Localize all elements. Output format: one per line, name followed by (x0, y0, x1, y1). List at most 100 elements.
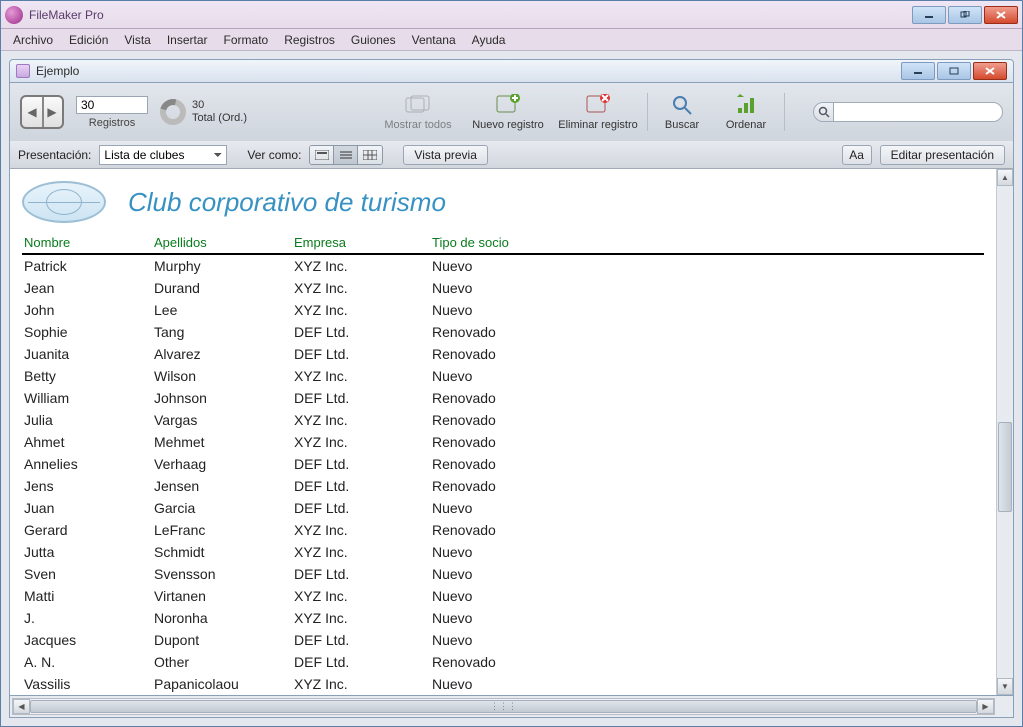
cell: DEF Ltd. (292, 454, 430, 474)
table-row[interactable]: JohnLeeXYZ Inc.Nuevo (22, 299, 984, 321)
table-row[interactable]: MattiVirtanenXYZ Inc.Nuevo (22, 585, 984, 607)
horizontal-scrollbar[interactable]: ◀ ⋮⋮⋮ ▶ (12, 698, 995, 715)
find-icon (668, 93, 696, 117)
menu-archivo[interactable]: Archivo (5, 31, 61, 49)
table-row[interactable]: PatrickMurphyXYZ Inc.Nuevo (22, 255, 984, 277)
cell: DEF Ltd. (292, 476, 430, 496)
cell: Renovado (430, 388, 984, 408)
new-record-button[interactable]: Nuevo registro (465, 91, 551, 133)
quick-search-input[interactable] (833, 102, 1003, 122)
record-number-input[interactable] (76, 96, 148, 114)
cell: J. (22, 608, 152, 628)
prev-record-button[interactable]: ◀ (22, 97, 42, 127)
preview-button[interactable]: Vista previa (403, 145, 487, 165)
hscroll-thumb[interactable]: ⋮⋮⋮ (30, 700, 977, 713)
cell: XYZ Inc. (292, 674, 430, 694)
application-window: FileMaker Pro ArchivoEdiciónVistaInserta… (0, 0, 1023, 727)
menu-formato[interactable]: Formato (216, 31, 277, 49)
app-title: FileMaker Pro (29, 8, 912, 22)
maximize-button[interactable] (948, 6, 982, 24)
table-row[interactable]: SvenSvenssonDEF Ltd.Nuevo (22, 563, 984, 585)
col-empresa: Empresa (292, 233, 430, 252)
ver-como-label: Ver como: (247, 148, 301, 162)
view-table-button[interactable] (358, 146, 382, 164)
table-row[interactable]: VassilisPapanicolaouXYZ Inc.Nuevo (22, 673, 984, 695)
doc-minimize-button[interactable] (901, 62, 935, 80)
menu-ventana[interactable]: Ventana (404, 31, 464, 49)
cell: Juan (22, 498, 152, 518)
table-row[interactable]: AhmetMehmetXYZ Inc.Renovado (22, 431, 984, 453)
pie-status-icon[interactable] (160, 99, 186, 125)
scroll-up-button[interactable]: ▲ (997, 169, 1013, 186)
cell: Jens (22, 476, 152, 496)
mdi-area: Ejemplo ◀ ▶ Registros 30 Total (Ord.) (1, 51, 1022, 726)
cell: Jutta (22, 542, 152, 562)
table-row[interactable]: JuanGarciaDEF Ltd.Nuevo (22, 497, 984, 519)
formatting-bar-toggle[interactable]: Aa (842, 145, 872, 165)
scroll-down-button[interactable]: ▼ (997, 678, 1013, 695)
find-button[interactable]: Buscar (654, 91, 710, 133)
doc-titlebar: Ejemplo (9, 59, 1014, 83)
scroll-left-button[interactable]: ◀ (13, 699, 30, 714)
cell: Nuevo (430, 608, 984, 628)
view-list-button[interactable] (334, 146, 358, 164)
content-area: Club corporativo de turismo Nombre Apell… (9, 169, 1014, 696)
table-row[interactable]: JuliaVargasXYZ Inc.Renovado (22, 409, 984, 431)
layout-select[interactable]: Lista de clubes (99, 145, 227, 165)
cell: Nuevo (430, 586, 984, 606)
sort-button[interactable]: Ordenar (714, 91, 778, 133)
cell: Renovado (430, 520, 984, 540)
menu-guiones[interactable]: Guiones (343, 31, 404, 49)
scroll-right-button[interactable]: ▶ (977, 699, 994, 714)
presentacion-label: Presentación: (18, 148, 91, 162)
cell: A. N. (22, 652, 152, 672)
show-all-button[interactable]: Mostrar todos (375, 91, 461, 133)
menu-registros[interactable]: Registros (276, 31, 343, 49)
table-row[interactable]: AnneliesVerhaagDEF Ltd.Renovado (22, 453, 984, 475)
status-bar: ◀ ⋮⋮⋮ ▶ (9, 696, 1014, 718)
cell: Dupont (152, 630, 292, 650)
scroll-thumb[interactable] (998, 422, 1012, 512)
doc-maximize-button[interactable] (937, 62, 971, 80)
main-toolbar: ◀ ▶ Registros 30 Total (Ord.) Mostrar to… (9, 83, 1014, 141)
table-row[interactable]: JensJensenDEF Ltd.Renovado (22, 475, 984, 497)
cell: Vassilis (22, 674, 152, 694)
menu-ayuda[interactable]: Ayuda (464, 31, 514, 49)
cell: Lee (152, 300, 292, 320)
menu-edición[interactable]: Edición (61, 31, 116, 49)
record-navigator: ◀ ▶ (20, 95, 64, 129)
cell: DEF Ltd. (292, 630, 430, 650)
table-row[interactable]: WilliamJohnsonDEF Ltd.Renovado (22, 387, 984, 409)
cell: Betty (22, 366, 152, 386)
table-row[interactable]: J.NoronhaXYZ Inc.Nuevo (22, 607, 984, 629)
table-row[interactable]: JuttaSchmidtXYZ Inc.Nuevo (22, 541, 984, 563)
cell: Svensson (152, 564, 292, 584)
column-headers: Nombre Apellidos Empresa Tipo de socio (22, 233, 984, 255)
cell: DEF Ltd. (292, 322, 430, 342)
table-row[interactable]: GerardLeFrancXYZ Inc.Renovado (22, 519, 984, 541)
minimize-button[interactable] (912, 6, 946, 24)
delete-record-button[interactable]: Eliminar registro (555, 91, 641, 133)
cell: Renovado (430, 476, 984, 496)
menu-insertar[interactable]: Insertar (159, 31, 216, 49)
close-button[interactable] (984, 6, 1018, 24)
cell: Julia (22, 410, 152, 430)
cell: XYZ Inc. (292, 256, 430, 276)
doc-close-button[interactable] (973, 62, 1007, 80)
table-row[interactable]: JuanitaAlvarezDEF Ltd.Renovado (22, 343, 984, 365)
quick-search-icon[interactable] (813, 102, 833, 122)
cell: Nuevo (430, 630, 984, 650)
table-row[interactable]: SophieTangDEF Ltd.Renovado (22, 321, 984, 343)
table-row[interactable]: JacquesDupontDEF Ltd.Nuevo (22, 629, 984, 651)
table-row[interactable]: A. N.OtherDEF Ltd.Renovado (22, 651, 984, 673)
cell: LeFranc (152, 520, 292, 540)
view-form-button[interactable] (310, 146, 334, 164)
menu-vista[interactable]: Vista (116, 31, 158, 49)
edit-layout-button[interactable]: Editar presentación (880, 145, 1005, 165)
next-record-button[interactable]: ▶ (42, 97, 62, 127)
show-all-icon (404, 93, 432, 117)
vertical-scrollbar[interactable]: ▲ ▼ (996, 169, 1013, 695)
table-row[interactable]: BettyWilsonXYZ Inc.Nuevo (22, 365, 984, 387)
table-row[interactable]: JeanDurandXYZ Inc.Nuevo (22, 277, 984, 299)
cell: Noronha (152, 608, 292, 628)
